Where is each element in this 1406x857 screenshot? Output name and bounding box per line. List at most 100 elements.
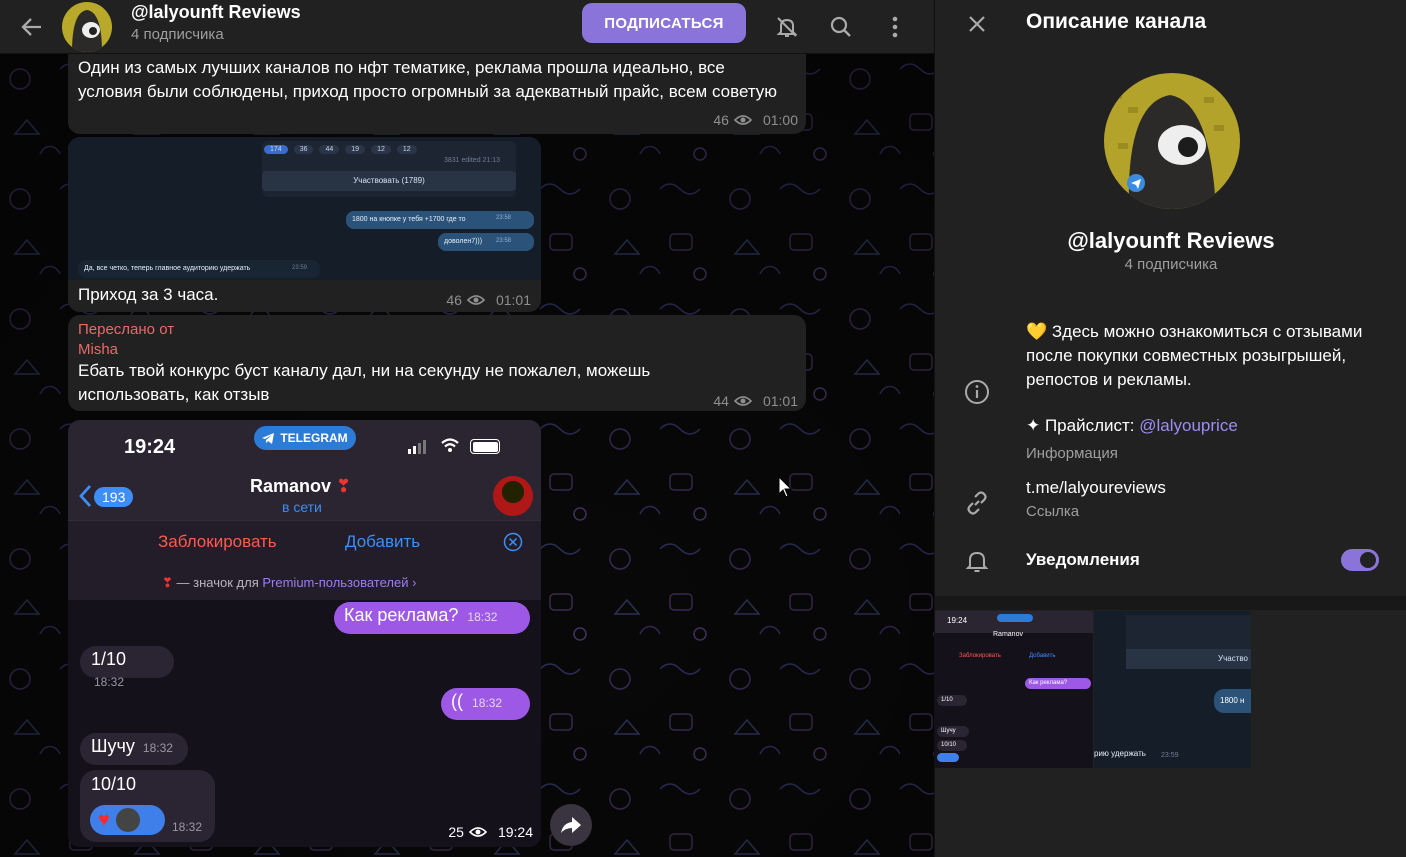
ios-bubble-time: 18:32 (472, 696, 503, 710)
photo-bubble-time: 23:58 (496, 238, 512, 244)
notifications-label: Уведомления (1026, 550, 1140, 569)
premium-badge-icon: ❣ (336, 476, 352, 496)
contact-avatar (493, 476, 533, 516)
thumb-in-bubble: 10/10 (937, 740, 967, 751)
thumb-footer-time: 23:59 (1161, 752, 1179, 759)
pricelist-line: ✦ Прайслист: @lalyouprice (1026, 414, 1376, 438)
eye-icon (468, 827, 487, 837)
message-bubble-forwarded[interactable]: Переслано от Misha Ебать твой конкурс бу… (68, 315, 806, 411)
ios-bubble-in: 1/10 18:32 (80, 646, 174, 689)
photo-bubble-out: доволен7))) (438, 233, 534, 251)
ios-back-chevron-icon (79, 485, 92, 507)
message-time: 01:01 (495, 292, 531, 308)
thumb-bubble: 1800 н (1214, 689, 1251, 713)
message-meta: 46 01:00 (713, 112, 798, 128)
contact-name: Ramanov ❣ (250, 476, 351, 497)
message-time: 01:00 (762, 112, 798, 128)
eye-icon (733, 115, 752, 125)
ios-bubble-text: Как реклама? (344, 605, 459, 625)
message-time: 19:24 (497, 824, 533, 840)
thumb-block: Заблокировать (959, 653, 1001, 659)
channel-link-row[interactable]: t.me/lalyoureviews Ссылка (1026, 478, 1166, 520)
info-icon (963, 378, 991, 406)
eye-icon (733, 396, 752, 406)
subscribe-button[interactable]: ПОДПИСАТЬСЯ (582, 3, 746, 43)
thumb-join-button: Участво (1126, 649, 1251, 669)
subscriber-count: 4 подписчика (131, 26, 224, 43)
search-button[interactable] (826, 12, 856, 42)
ios-bubble-text: (( (451, 691, 463, 711)
close-icon (969, 16, 985, 32)
ios-back-count: 193 (94, 487, 134, 507)
panel-title: Описание канала (1026, 10, 1207, 33)
message-bubble-photo[interactable]: 174 36 44 19 12 12 3831 edited 21:13 Уча… (68, 137, 541, 312)
back-arrow-icon (21, 18, 41, 36)
eye-icon (466, 295, 485, 305)
message-meta: 44 01:01 (713, 393, 798, 409)
channel-link[interactable]: t.me/lalyoureviews (1026, 478, 1166, 498)
channel-name: @lalyounft Reviews (1067, 228, 1275, 253)
link-icon (963, 489, 991, 517)
channel-avatar-large[interactable] (1104, 73, 1240, 209)
mouse-cursor-icon (778, 476, 792, 498)
telegram-window: Один из самых лучших каналов по нфт тема… (0, 0, 1406, 857)
message-bubble-photo[interactable]: 19:24 TELEGRAM 193 Ramanov ❣ в сети Забл… (68, 420, 541, 847)
bell-off-icon (776, 17, 798, 37)
reaction-count: 36 (293, 145, 314, 154)
premium-badge-icon: ❣ (162, 575, 173, 590)
thumb-add: Добавить (1029, 653, 1056, 659)
pricelist-link[interactable]: @lalyouprice (1139, 416, 1238, 435)
ios-status-time: 19:24 (124, 436, 176, 458)
photo-bubble-time: 23:59 (292, 265, 308, 271)
reaction-count: 19 (345, 145, 366, 154)
forwarded-from-name[interactable]: Misha (78, 341, 118, 358)
forwarded-label: Переслано от (78, 321, 175, 338)
photo-bubble-in: Да, все четко, теперь главное аудиторию … (78, 260, 320, 278)
ios-reaction: ♥ (90, 805, 165, 835)
message-bubble[interactable]: Один из самых лучших каналов по нфт тема… (68, 48, 806, 134)
photo-join-button: Участвовать (1789) (262, 171, 516, 191)
ios-bubble-out: (( 18:32 (441, 688, 530, 720)
more-button[interactable] (880, 12, 910, 42)
channel-description: 💛 Здесь можно ознакомиться с отзывами по… (1026, 320, 1376, 466)
back-button[interactable] (18, 13, 46, 41)
view-count: 46 (446, 292, 462, 308)
close-panel-button[interactable] (963, 10, 991, 38)
share-arrow-icon (561, 817, 581, 833)
ios-bubble-text: 1/10 (91, 649, 127, 669)
ios-bubble-time: 18:32 (94, 675, 125, 689)
reaction-row: 174 36 44 19 12 12 (264, 145, 417, 154)
thumb-time: 19:24 (947, 616, 968, 625)
telegram-badge-label: TELEGRAM (280, 431, 348, 445)
ios-bubble-text: 10/10 (91, 774, 137, 794)
reaction-count: 44 (319, 145, 340, 154)
thumb-in-bubble: 1/10 (937, 695, 967, 706)
thumb-name: Ramanov (993, 631, 1023, 638)
share-button[interactable] (550, 804, 592, 846)
media-thumb-2[interactable]: Участво 1800 н рию удержать 23:59 (1094, 611, 1251, 768)
notifications-toggle[interactable] (1341, 549, 1379, 571)
view-count: 25 (448, 824, 464, 840)
message-time: 01:01 (762, 393, 798, 409)
reaction-count: 12 (371, 145, 391, 154)
ios-bubble-in: Шучу 18:32 (80, 733, 188, 765)
photo-bubble-time: 23:58 (496, 215, 512, 221)
message-photo[interactable]: 174 36 44 19 12 12 3831 edited 21:13 Уча… (68, 137, 541, 280)
ios-bubble-time: 18:32 (467, 610, 498, 624)
telegram-plane-icon (262, 432, 275, 444)
message-photo[interactable]: 19:24 TELEGRAM 193 Ramanov ❣ в сети Забл… (68, 420, 541, 847)
reaction-count: 174 (264, 145, 288, 154)
message-meta: 46 01:01 (446, 292, 531, 308)
add-contact-button: Добавить (345, 532, 421, 551)
channel-title[interactable]: @lalyounft Reviews (131, 2, 301, 23)
wifi-icon (441, 438, 459, 452)
toggle-knob (1358, 550, 1378, 570)
contact-status: в сети (282, 499, 322, 515)
channel-avatar-image (62, 2, 112, 52)
channel-avatar[interactable] (62, 2, 112, 52)
view-count: 46 (713, 112, 729, 128)
thumb-in-bubble: Шучу (937, 726, 969, 737)
mute-button[interactable] (772, 12, 802, 42)
media-thumb-1[interactable]: 19:24 Ramanov Заблокировать Добавить Как… (935, 611, 1093, 768)
thumb-badge (997, 614, 1033, 622)
